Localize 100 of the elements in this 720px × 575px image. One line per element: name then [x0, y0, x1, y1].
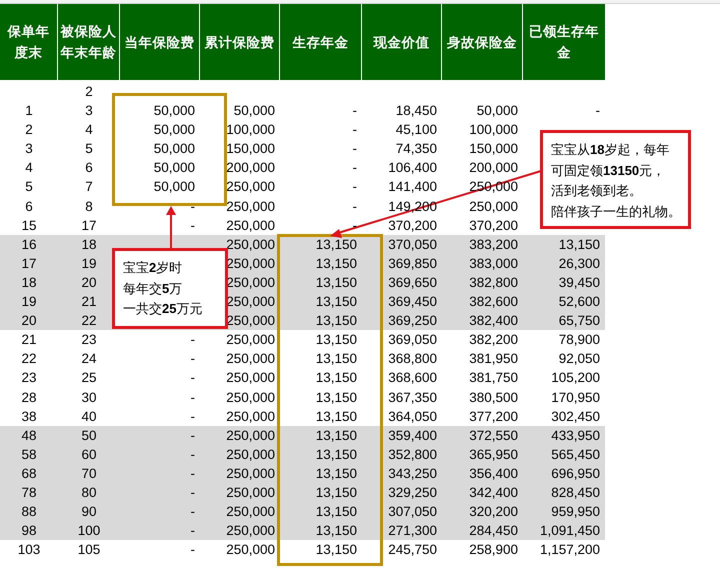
table-cell: 78,900: [558, 332, 600, 348]
column-header: 身故保险金: [442, 4, 523, 80]
table-cell: 21: [21, 332, 37, 348]
table-cell: 18: [81, 236, 97, 252]
table-cell: 329,250: [388, 484, 437, 500]
table-cell: 343,250: [388, 466, 437, 481]
table-cell: -: [596, 103, 600, 118]
table-cell: 13,150: [316, 313, 357, 328]
callout-text: 一共交25万元: [123, 300, 204, 318]
table-cell: 250,000: [226, 351, 275, 366]
table-cell: 21: [81, 294, 97, 310]
table-cell: 50: [81, 428, 97, 443]
table-cell: 50,000: [476, 103, 518, 118]
table-cell: -: [190, 370, 195, 386]
table-cell: -: [352, 218, 357, 233]
table-cell: 5: [85, 141, 93, 156]
table-cell: 13,150: [316, 523, 357, 538]
table-cell: 17: [21, 256, 37, 271]
table-cell: 258,900: [469, 542, 518, 558]
table-cell: 284,450: [469, 523, 518, 538]
table-cell: 6: [25, 198, 33, 214]
table-cell: 369,850: [388, 256, 437, 271]
column-header: 保单年度末: [0, 4, 58, 80]
callout-text: 可固定领13150元，: [551, 162, 666, 180]
table-cell: 342,400: [469, 484, 518, 500]
table-cell: 13,150: [316, 274, 357, 290]
table-cell: 696,950: [551, 466, 600, 481]
table-cell: 359,400: [388, 428, 437, 443]
table-cell: 433,950: [551, 428, 600, 443]
table-cell: 368,600: [388, 370, 437, 386]
table-cell: 307,050: [388, 504, 437, 520]
table-cell: 368,800: [388, 351, 437, 366]
table-cell: 50,000: [154, 103, 195, 118]
table-cell: 18: [21, 274, 37, 290]
table-cell: 7: [85, 179, 93, 194]
table-cell: 141,400: [388, 179, 437, 194]
table-cell: 16: [21, 236, 37, 252]
table-cell: 100,000: [226, 122, 275, 138]
table-cell: 4: [85, 122, 93, 138]
table-cell: 250,000: [226, 446, 275, 462]
table-cell: 250,000: [226, 484, 275, 500]
table-cell: 4: [25, 160, 33, 176]
table-cell: 382,400: [469, 313, 518, 328]
table-cell: 250,000: [226, 256, 275, 271]
table-cell: 1: [25, 103, 33, 118]
table-cell: 25: [81, 370, 97, 386]
table-cell: 39,450: [558, 274, 600, 290]
table-cell: 2: [85, 84, 93, 99]
table-cell: 13,150: [316, 332, 357, 348]
table-cell: 17: [81, 218, 97, 233]
table-cell: 13,150: [316, 408, 357, 424]
table-cell: 250,000: [226, 313, 275, 328]
callout-text: 宝宝从18岁起，每年: [551, 141, 670, 159]
table-cell: 250,000: [226, 428, 275, 443]
table-cell: 13,150: [316, 504, 357, 520]
table-cell: 150,000: [226, 141, 275, 156]
table-cell: 370,200: [388, 218, 437, 233]
table-cell: 565,450: [551, 446, 600, 462]
table-cell: 370,200: [469, 218, 518, 233]
table-cell: 88: [21, 504, 37, 520]
table-cell: -: [352, 198, 357, 214]
table-cell: 60: [81, 446, 97, 462]
table-cell: 40: [81, 408, 97, 424]
table-cell: 377,200: [469, 408, 518, 424]
table-cell: 22: [21, 351, 37, 366]
table-cell: 19: [21, 294, 37, 310]
table-cell: 13,150: [316, 351, 357, 366]
table-cell: 250,000: [226, 390, 275, 404]
table-cell: -: [190, 523, 195, 538]
table-cell: -: [190, 446, 195, 462]
table-cell: 1,091,450: [540, 523, 600, 538]
table-cell: 68: [21, 466, 37, 481]
table-cell: -: [352, 103, 357, 118]
table-cell: 28: [21, 390, 37, 404]
table-cell: 50,000: [234, 103, 275, 118]
table-cell: 3: [85, 103, 93, 118]
table-cell: -: [190, 198, 195, 214]
table-cell: 38: [21, 408, 37, 424]
table-cell: 250,000: [226, 236, 275, 252]
table-cell: -: [190, 332, 195, 348]
table-cell: 90: [81, 504, 97, 520]
table-cell: 13,150: [316, 542, 357, 558]
table-cell: 100,000: [469, 122, 518, 138]
table-cell: 200,000: [226, 160, 275, 176]
table-cell: 105: [78, 542, 100, 558]
table-cell: 382,200: [469, 332, 518, 348]
table-cell: 828,450: [551, 484, 600, 500]
table-cell: 74,350: [396, 141, 437, 156]
callout-text: 宝宝2岁时: [123, 259, 184, 277]
table-cell: 13,150: [316, 466, 357, 481]
table-cell: 959,950: [551, 504, 600, 520]
table-cell: 356,400: [469, 466, 518, 481]
table-cell: -: [190, 504, 195, 520]
table-cell: 271,300: [388, 523, 437, 538]
table-cell: 369,250: [388, 313, 437, 328]
table-cell: -: [190, 484, 195, 500]
table-cell: 170,950: [551, 390, 600, 404]
table-cell: -: [190, 351, 195, 366]
table-cell: 367,350: [388, 390, 437, 404]
table-cell: 106,400: [388, 160, 437, 176]
